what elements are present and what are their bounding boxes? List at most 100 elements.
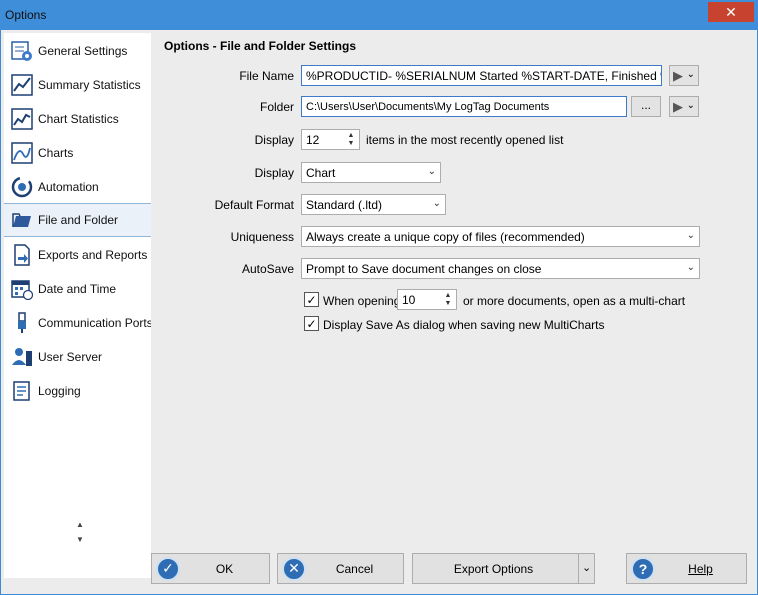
check-icon: ✓ — [306, 292, 317, 307]
folder-icon — [10, 208, 34, 232]
server-icon — [10, 345, 34, 369]
chevron-down-icon: ⌄ — [686, 230, 695, 241]
scroll-up-icon[interactable]: ▲ — [74, 517, 86, 532]
chart-statistics-icon — [10, 107, 34, 131]
multi-chart-count-value: 10 — [402, 292, 416, 307]
default-format-select[interactable]: Standard (.ltd) ⌄ — [301, 194, 446, 215]
chevron-down-icon[interactable]: ⌄ — [582, 561, 591, 574]
folder-input[interactable]: C:\Users\User\Documents\My LogTag Docume… — [301, 96, 627, 117]
multi-chart-checkbox[interactable]: ✓ — [304, 292, 319, 307]
help-button[interactable]: ? Help — [626, 553, 747, 584]
sidebar-item-label: Automation — [38, 180, 99, 194]
folder-value: C:\Users\User\Documents\My LogTag Docume… — [306, 100, 550, 113]
sidebar-item-label: Date and Time — [38, 282, 117, 296]
sidebar: General Settings Summary Statistics Char… — [4, 33, 153, 578]
summary-statistics-icon — [10, 73, 34, 97]
sidebar-scroll: ▲ ▼ — [74, 517, 86, 547]
uniqueness-value: Always create a unique copy of files (re… — [306, 229, 585, 244]
autosave-label: AutoSave — [241, 262, 294, 276]
automation-icon — [10, 175, 34, 199]
logging-icon — [10, 379, 34, 403]
sidebar-item-summary-statistics[interactable]: Summary Statistics — [4, 68, 151, 102]
sidebar-item-communication-ports[interactable]: Communication Ports — [4, 306, 153, 340]
default-format-value: Standard (.ltd) — [306, 197, 383, 212]
check-circle-icon: ✓ — [156, 556, 180, 581]
spin-buttons[interactable]: ▲ ▼ — [343, 130, 359, 149]
spin-down-icon[interactable]: ▼ — [445, 300, 452, 308]
ok-button-label: OK — [215, 561, 234, 576]
button-bar: ✓ OK ✕ Cancel Export Options ⌄ ? Help — [151, 548, 757, 594]
help-button-label: Help — [688, 561, 713, 576]
export-options-button[interactable]: Export Options ⌄ — [412, 553, 595, 584]
page-title: Options - File and Folder Settings — [164, 39, 357, 53]
export-options-label: Export Options — [453, 561, 534, 576]
sidebar-item-general-settings[interactable]: General Settings — [4, 34, 151, 68]
sidebar-item-date-and-time[interactable]: Date and Time — [4, 272, 151, 306]
close-icon: ✕ — [725, 3, 737, 20]
uniqueness-select[interactable]: Always create a unique copy of files (re… — [301, 226, 700, 247]
folder-label: Folder — [259, 100, 294, 114]
sidebar-item-label: User Server — [38, 350, 103, 364]
ok-button[interactable]: ✓ OK — [151, 553, 270, 584]
sidebar-item-exports-and-reports[interactable]: Exports and Reports — [4, 238, 151, 272]
recent-count-value: 12 — [306, 132, 320, 147]
recent-count-stepper[interactable]: 12 ▲ ▼ — [301, 129, 360, 150]
uniqueness-label: Uniqueness — [230, 230, 294, 244]
sidebar-item-file-and-folder[interactable]: File and Folder — [4, 203, 151, 237]
play-icon: ▶ — [673, 98, 683, 114]
cancel-circle-icon: ✕ — [282, 556, 306, 581]
cancel-button-label: Cancel — [335, 561, 374, 576]
folder-insert-button[interactable]: ▶ ⌄ — [669, 96, 699, 117]
sidebar-item-label: Chart Statistics — [38, 112, 119, 126]
multi-chart-count-stepper[interactable]: 10 ▲ ▼ — [397, 289, 457, 310]
sidebar-item-label: General Settings — [38, 44, 128, 58]
chevron-down-icon: ⌄ — [432, 198, 441, 209]
scroll-down-icon[interactable]: ▼ — [74, 532, 86, 547]
sidebar-item-charts[interactable]: Charts — [4, 136, 151, 170]
settings-panel: Options - File and Folder Settings File … — [151, 33, 754, 548]
spin-up-icon[interactable]: ▲ — [348, 132, 355, 140]
save-as-dialog-label: Display Save As dialog when saving new M… — [323, 318, 605, 332]
sidebar-item-user-server[interactable]: User Server — [4, 340, 151, 374]
sidebar-item-label: Communication Ports — [38, 316, 153, 330]
multi-chart-prefix-text: When opening — [323, 294, 401, 308]
cancel-button[interactable]: ✕ Cancel — [277, 553, 404, 584]
close-button[interactable]: ✕ — [708, 2, 754, 22]
charts-icon — [10, 141, 34, 165]
check-icon: ✓ — [306, 316, 317, 331]
calendar-icon — [10, 277, 34, 301]
default-format-label: Default Format — [214, 198, 294, 212]
multi-chart-suffix-text: or more documents, open as a multi-chart — [463, 294, 686, 308]
sidebar-item-label: File and Folder — [38, 213, 119, 227]
spin-buttons[interactable]: ▲ ▼ — [440, 290, 456, 309]
sidebar-item-automation[interactable]: Automation — [4, 170, 151, 204]
file-name-value: %PRODUCTID- %SERIALNUM Started %START-DA… — [306, 68, 661, 83]
split-divider — [578, 554, 579, 583]
sidebar-item-label: Exports and Reports — [38, 248, 148, 262]
browse-folder-button[interactable]: ... — [631, 96, 661, 117]
sidebar-item-chart-statistics[interactable]: Chart Statistics — [4, 102, 151, 136]
title-bar: Options ✕ — [0, 0, 758, 30]
save-as-dialog-checkbox[interactable]: ✓ — [304, 316, 319, 331]
exports-icon — [10, 243, 34, 267]
recent-display-label: Display — [254, 133, 294, 147]
autosave-select[interactable]: Prompt to Save document changes on close… — [301, 258, 700, 279]
sidebar-item-label: Logging — [38, 384, 81, 398]
spin-up-icon[interactable]: ▲ — [445, 292, 452, 300]
file-name-input[interactable]: %PRODUCTID- %SERIALNUM Started %START-DA… — [301, 65, 662, 86]
autosave-value: Prompt to Save document changes on close — [306, 261, 542, 276]
general-settings-icon — [10, 39, 34, 63]
sidebar-item-label: Charts — [38, 146, 74, 160]
play-icon: ▶ — [673, 67, 683, 83]
chevron-down-icon: ⌄ — [686, 100, 695, 111]
spin-down-icon[interactable]: ▼ — [348, 140, 355, 148]
file-name-insert-button[interactable]: ▶ ⌄ — [669, 65, 699, 86]
dialog-client: General Settings Summary Statistics Char… — [1, 30, 757, 594]
chevron-down-icon: ⌄ — [686, 262, 695, 273]
display-select[interactable]: Chart ⌄ — [301, 162, 441, 183]
recent-suffix-text: items in the most recently opened list — [366, 133, 564, 147]
sidebar-item-logging[interactable]: Logging — [4, 374, 151, 408]
usb-icon — [10, 311, 34, 335]
display-value: Chart — [306, 165, 336, 180]
help-circle-icon: ? — [631, 556, 655, 581]
